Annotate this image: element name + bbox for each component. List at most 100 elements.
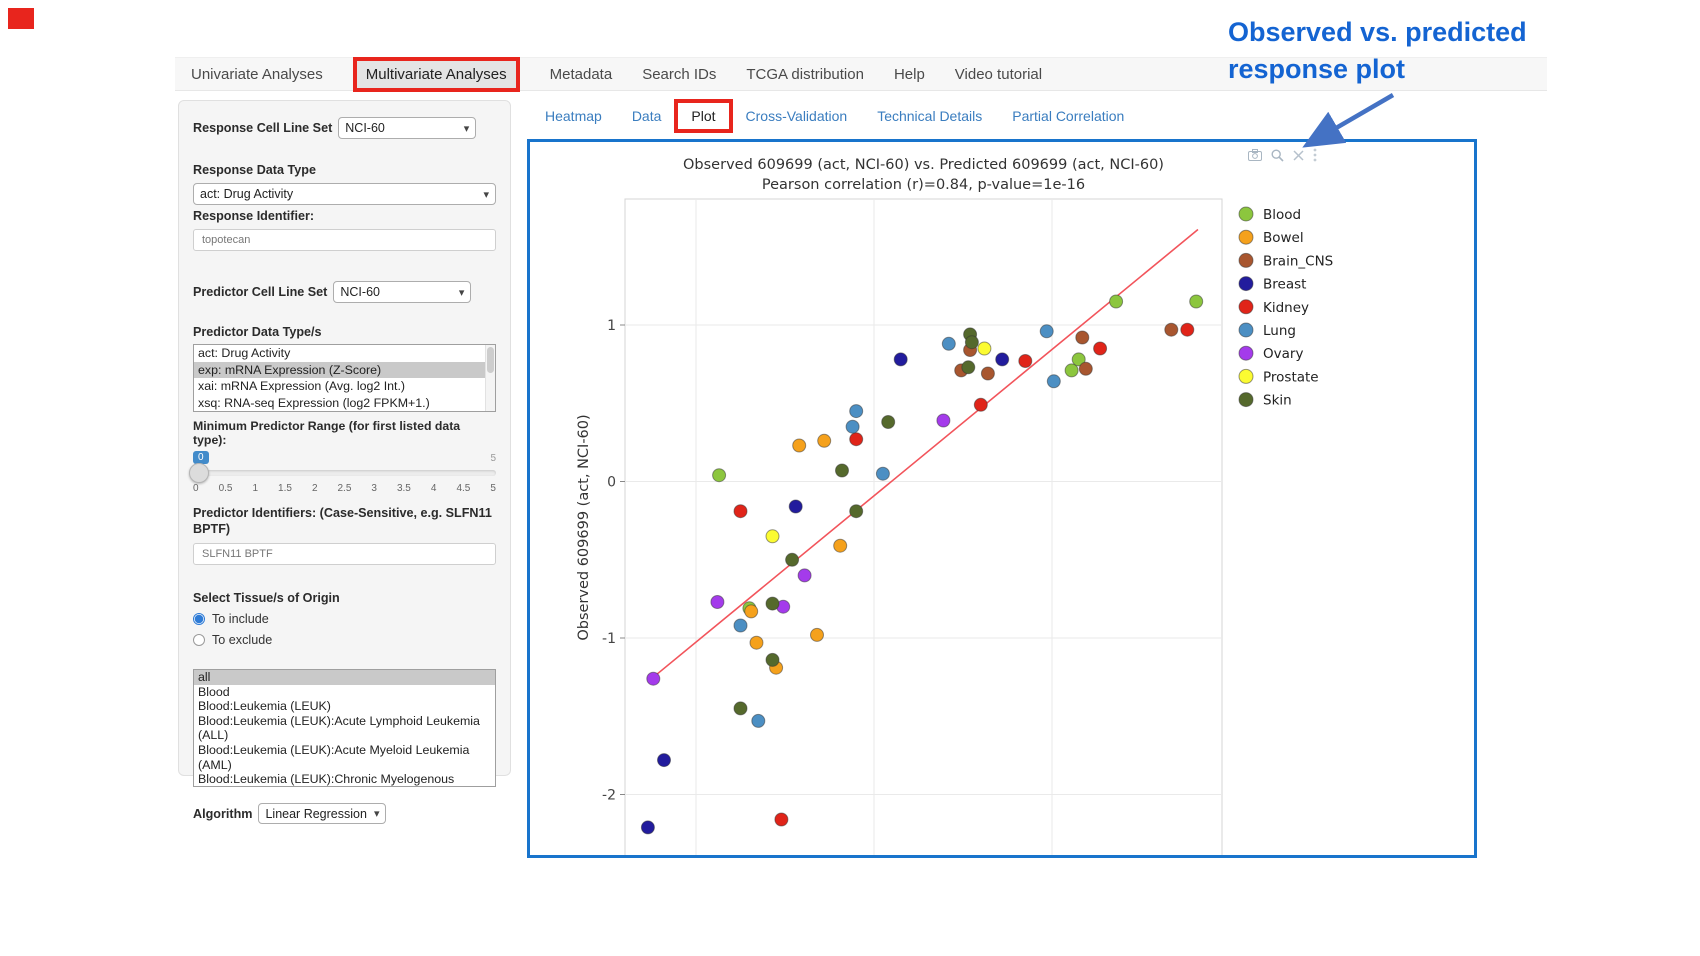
scatter-point[interactable] bbox=[1181, 323, 1194, 336]
scatter-point[interactable] bbox=[1079, 362, 1092, 375]
scatter-plot[interactable]: -101-2-101Observed 609699 (act, NCI-60) … bbox=[530, 142, 1474, 855]
tab[interactable]: Heatmap bbox=[545, 108, 602, 124]
tissue-origin-radio[interactable]: To exclude bbox=[193, 633, 496, 647]
legend-entry[interactable]: Prostate bbox=[1239, 369, 1319, 385]
scatter-point[interactable] bbox=[793, 439, 806, 452]
slider-track[interactable] bbox=[193, 470, 496, 476]
scatter-point[interactable] bbox=[846, 420, 859, 433]
scatter-point[interactable] bbox=[786, 553, 799, 566]
scatter-point[interactable] bbox=[834, 539, 847, 552]
predictor-cell-line-set-select[interactable]: NCI-60 ▾ bbox=[333, 281, 471, 303]
legend-entry[interactable]: Blood bbox=[1239, 207, 1301, 223]
response-data-type-select[interactable]: act: Drug Activity ▾ bbox=[193, 183, 496, 205]
more-icon[interactable] bbox=[1313, 148, 1317, 162]
scatter-point[interactable] bbox=[811, 628, 824, 641]
scatter-point[interactable] bbox=[1019, 355, 1032, 368]
scatter-point[interactable] bbox=[713, 469, 726, 482]
scatter-point[interactable] bbox=[1040, 325, 1053, 338]
tab[interactable]: Plot bbox=[674, 99, 732, 133]
scatter-point[interactable] bbox=[766, 653, 779, 666]
scatter-point[interactable] bbox=[798, 569, 811, 582]
scatter-point[interactable] bbox=[658, 754, 671, 767]
response-cell-line-set-select[interactable]: NCI-60 ▾ bbox=[338, 117, 476, 139]
scatter-point[interactable] bbox=[1190, 295, 1203, 308]
scatter-point[interactable] bbox=[711, 596, 724, 609]
scatter-point[interactable] bbox=[1165, 323, 1178, 336]
scatter-point[interactable] bbox=[734, 702, 747, 715]
listbox-option[interactable]: xsq: RNA-seq Expression (log2 FPKM+1.) bbox=[194, 395, 486, 412]
listbox-option[interactable]: xai: mRNA Expression (Avg. log2 Int.) bbox=[194, 378, 486, 395]
nav-item[interactable]: Search IDs bbox=[642, 66, 716, 83]
scatter-point[interactable] bbox=[1076, 331, 1089, 344]
nav-item[interactable]: Help bbox=[894, 66, 925, 83]
scatter-point[interactable] bbox=[1094, 342, 1107, 355]
camera-icon[interactable] bbox=[1248, 149, 1262, 161]
scatter-point[interactable] bbox=[962, 361, 975, 374]
tab[interactable]: Data bbox=[632, 108, 662, 124]
scatter-point[interactable] bbox=[775, 813, 788, 826]
scatter-point[interactable] bbox=[937, 414, 950, 427]
listbox-option[interactable]: exp: mRNA Expression (Z-Score) bbox=[194, 362, 486, 379]
predictor-identifiers-input[interactable] bbox=[193, 543, 496, 565]
slider-handle[interactable] bbox=[189, 463, 209, 483]
scatter-point[interactable] bbox=[734, 619, 747, 632]
nav-item[interactable]: Metadata bbox=[550, 66, 613, 83]
scatter-point[interactable] bbox=[766, 530, 779, 543]
tab[interactable]: Partial Correlation bbox=[1012, 108, 1124, 124]
scatter-point[interactable] bbox=[750, 636, 763, 649]
scatter-point[interactable] bbox=[818, 434, 831, 447]
listbox-option[interactable]: Blood:Leukemia (LEUK):Acute Lymphoid Leu… bbox=[194, 714, 495, 743]
scatter-point[interactable] bbox=[1047, 375, 1060, 388]
scatter-point[interactable] bbox=[996, 353, 1009, 366]
legend-entry[interactable]: Skin bbox=[1239, 393, 1292, 409]
nav-item[interactable]: TCGA distribution bbox=[746, 66, 864, 83]
scatter-point[interactable] bbox=[974, 398, 987, 411]
scatter-point[interactable] bbox=[850, 433, 863, 446]
scatter-point[interactable] bbox=[647, 672, 660, 685]
scatter-point[interactable] bbox=[766, 597, 779, 610]
algorithm-select[interactable]: Linear Regression ▾ bbox=[258, 803, 386, 824]
legend-entry[interactable]: Ovary bbox=[1239, 346, 1303, 362]
legend-entry[interactable]: Kidney bbox=[1239, 300, 1309, 316]
listbox-option[interactable]: Blood bbox=[194, 685, 495, 700]
legend-entry[interactable]: Breast bbox=[1239, 277, 1306, 293]
scrollbar[interactable] bbox=[485, 345, 495, 411]
tab[interactable]: Cross-Validation bbox=[746, 108, 848, 124]
listbox-option[interactable]: act: Drug Activity bbox=[194, 345, 486, 362]
algorithm-value: Linear Regression bbox=[265, 807, 366, 821]
predictor-cell-line-set-label: Predictor Cell Line Set bbox=[193, 285, 327, 299]
scatter-point[interactable] bbox=[850, 505, 863, 518]
scatter-point[interactable] bbox=[789, 500, 802, 513]
scatter-point[interactable] bbox=[1110, 295, 1123, 308]
scatter-point[interactable] bbox=[836, 464, 849, 477]
scatter-point[interactable] bbox=[876, 467, 889, 480]
scatter-point[interactable] bbox=[965, 336, 978, 349]
radio-icon bbox=[193, 634, 205, 646]
tissue-origin-radio[interactable]: To include bbox=[193, 612, 496, 626]
scatter-point[interactable] bbox=[942, 337, 955, 350]
tab[interactable]: Technical Details bbox=[877, 108, 982, 124]
scatter-point[interactable] bbox=[641, 821, 654, 834]
close-icon[interactable] bbox=[1293, 150, 1304, 161]
scatter-point[interactable] bbox=[981, 367, 994, 380]
slider-tick-label: 2.5 bbox=[338, 483, 352, 494]
listbox-option[interactable]: Blood:Leukemia (LEUK):Acute Myeloid Leuk… bbox=[194, 743, 495, 772]
scatter-point[interactable] bbox=[894, 353, 907, 366]
scatter-point[interactable] bbox=[850, 405, 863, 418]
scatter-point[interactable] bbox=[745, 605, 758, 618]
scatter-point[interactable] bbox=[752, 714, 765, 727]
scatter-point[interactable] bbox=[734, 505, 747, 518]
response-identifier-input[interactable] bbox=[193, 229, 496, 251]
nav-item[interactable]: Video tutorial bbox=[955, 66, 1042, 83]
listbox-option[interactable]: Blood:Leukemia (LEUK):Chronic Myelogenou… bbox=[194, 772, 495, 787]
zoom-icon[interactable] bbox=[1271, 149, 1284, 162]
scatter-point[interactable] bbox=[882, 416, 895, 429]
legend-entry[interactable]: Bowel bbox=[1239, 230, 1304, 246]
legend-entry[interactable]: Lung bbox=[1239, 323, 1296, 339]
listbox-option[interactable]: Blood:Leukemia (LEUK) bbox=[194, 699, 495, 714]
nav-item[interactable]: Multivariate Analyses bbox=[353, 57, 520, 92]
legend-entry[interactable]: Brain_CNS bbox=[1239, 253, 1333, 269]
nav-item[interactable]: Univariate Analyses bbox=[191, 66, 323, 83]
scatter-point[interactable] bbox=[978, 342, 991, 355]
listbox-option[interactable]: all bbox=[194, 670, 495, 685]
